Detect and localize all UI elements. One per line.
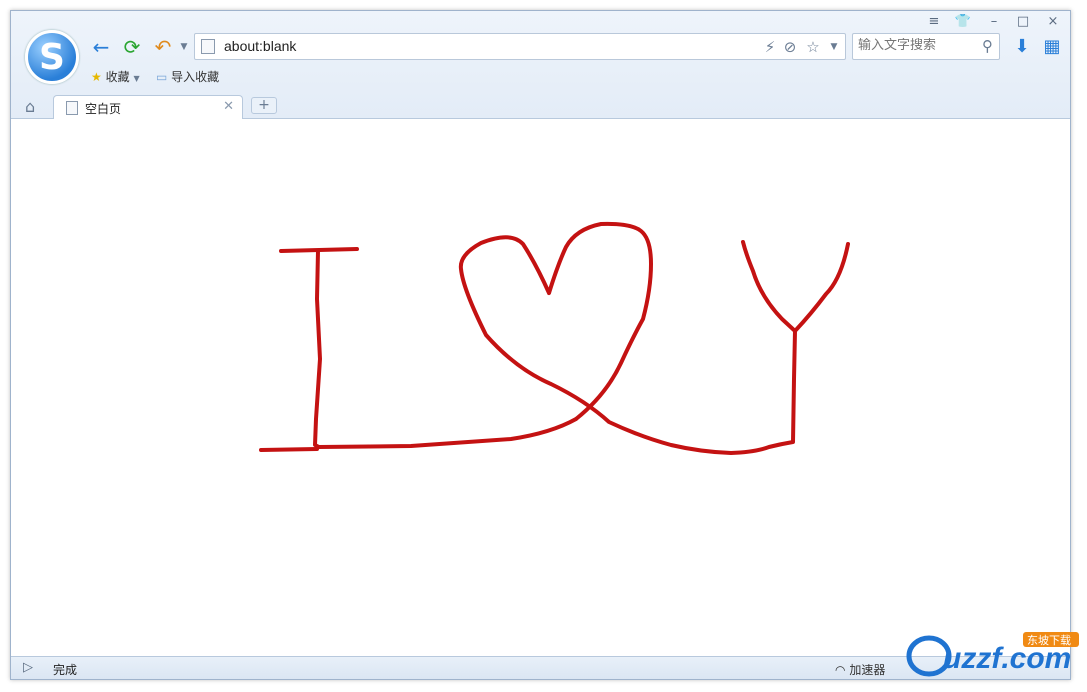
page-content[interactable] [11, 119, 1070, 656]
maximize-button[interactable]: □ [1012, 13, 1034, 31]
download-icon[interactable]: ⬇ [1010, 35, 1034, 59]
uzzf-watermark: uzzf.com 东坡下载 [906, 632, 1079, 677]
import-favorites[interactable]: ▭ 导入收藏 [156, 68, 219, 85]
browser-window: S ≡ 👕 – □ × ← ⟳ ↶ ▼ about:blank ⚡ ⊘ ☆ ▼ … [10, 10, 1071, 680]
tab-title: 空白页 [85, 102, 122, 116]
accelerator-button[interactable]: ◠ 加速器 [835, 661, 885, 678]
close-icon[interactable]: ✕ [223, 99, 234, 114]
star-icon: ★ [91, 70, 102, 84]
page-icon [66, 101, 78, 115]
drawing-strokes [259, 221, 850, 455]
minimize-button[interactable]: – [983, 13, 1005, 31]
tab-blank[interactable]: 空白页 ✕ [53, 95, 243, 120]
logo-letter: S [39, 37, 65, 78]
refresh-button[interactable]: ⟳ [120, 35, 144, 59]
import-favorites-label: 导入收藏 [171, 70, 220, 84]
browser-chrome: S ≡ 👕 – □ × ← ⟳ ↶ ▼ about:blank ⚡ ⊘ ☆ ▼ … [11, 11, 1070, 120]
sogou-logo[interactable]: S [25, 30, 79, 84]
url-dropdown-icon[interactable]: ▼ [825, 37, 843, 57]
address-bar[interactable]: about:blank ⚡ ⊘ ☆ ▼ [194, 33, 846, 60]
lightning-icon[interactable]: ⚡ [761, 37, 779, 57]
shield-icon[interactable]: ⊘ [781, 37, 799, 57]
page-icon [201, 39, 215, 54]
letter-i-stem-stroke [313, 249, 578, 449]
search-box[interactable]: ⚲ [852, 33, 1000, 60]
sidebar-toggle-icon[interactable]: ▷ [23, 660, 33, 675]
accelerator-icon: ◠ [835, 663, 846, 677]
skin-icon[interactable]: 👕 [952, 13, 974, 31]
star-icon[interactable]: ☆ [804, 37, 822, 57]
back-button[interactable]: ← [89, 35, 113, 59]
close-button[interactable]: × [1042, 13, 1064, 31]
letter-i-bottom-stroke [259, 447, 319, 452]
home-icon[interactable]: ⌂ [25, 97, 35, 116]
heart-stroke [458, 221, 850, 455]
favorites-label: 收藏 [105, 70, 130, 84]
watermark-badge: 东坡下载 [1027, 634, 1071, 647]
chevron-down-icon: ▼ [133, 74, 140, 83]
url-text[interactable]: about:blank [224, 38, 296, 54]
new-tab-button[interactable]: + [251, 97, 277, 114]
undo-dropdown-icon[interactable]: ▼ [172, 35, 196, 59]
apps-icon[interactable]: ▦ [1040, 35, 1064, 59]
search-icon[interactable]: ⚲ [982, 37, 993, 55]
folder-icon: ▭ [156, 70, 168, 84]
tab-strip: ⌂ 空白页 ✕ + [11, 93, 1070, 120]
mouse-drawing [259, 221, 850, 455]
favorites-menu[interactable]: ★ 收藏 ▼ [91, 68, 140, 85]
menu-icon[interactable]: ≡ [923, 13, 945, 31]
status-text: 完成 [53, 663, 78, 677]
search-input[interactable] [858, 38, 973, 53]
accelerator-label: 加速器 [849, 663, 886, 677]
